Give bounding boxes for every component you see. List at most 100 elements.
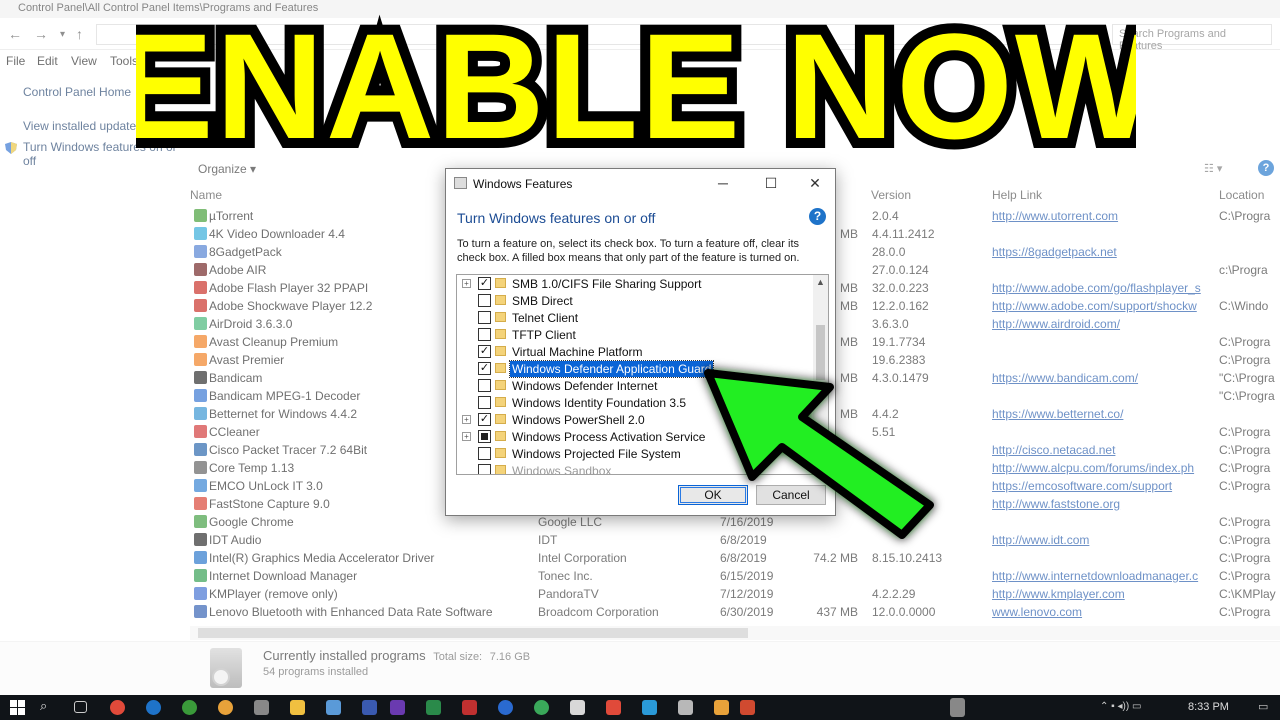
feature-checkbox[interactable] [478, 447, 491, 460]
edge-icon[interactable] [146, 700, 161, 715]
program-help-link[interactable]: http://www.utorrent.com [992, 209, 1208, 223]
firefox-icon[interactable] [218, 700, 233, 715]
feature-item[interactable]: + Windows Process Activation Service [457, 428, 813, 445]
minimize-icon[interactable]: ─ [710, 173, 736, 193]
program-help-link[interactable]: http://www.airdroid.com/ [992, 317, 1208, 331]
feature-checkbox[interactable] [478, 396, 491, 409]
feature-checkbox[interactable] [478, 379, 491, 392]
feature-label[interactable]: TFTP Client [510, 327, 578, 343]
program-help-link[interactable]: http://www.idt.com [992, 533, 1208, 547]
visual-studio-icon[interactable] [390, 700, 405, 715]
file-explorer-icon[interactable] [290, 700, 305, 715]
system-tray-icons[interactable]: ⌃ ▪ ◂)) ▭ [1100, 701, 1160, 716]
feature-label[interactable]: Windows Defender Application Guard [508, 360, 715, 378]
feature-item[interactable]: Windows Identity Foundation 3.5 [457, 394, 813, 411]
organize-button[interactable]: Organize ▾ [198, 162, 256, 176]
taskbar-active-app-icon[interactable] [950, 698, 965, 717]
feature-label[interactable]: Windows Defender Internet [510, 378, 659, 394]
program-help-link[interactable]: http://www.adobe.com/support/shockw [992, 299, 1208, 313]
task-view-icon[interactable] [74, 701, 87, 713]
expand-icon[interactable]: + [462, 279, 471, 288]
feature-item[interactable]: ✓ Virtual Machine Platform [457, 343, 813, 360]
feature-label[interactable]: Windows Sandbox [510, 463, 613, 474]
feature-checkbox[interactable] [478, 294, 491, 307]
feature-checkbox[interactable] [478, 430, 491, 443]
sidebar-link-windows-features-line2[interactable]: off [23, 155, 36, 168]
feature-item[interactable]: Windows Projected File System [457, 445, 813, 462]
maximize-icon[interactable]: ☐ [758, 173, 784, 193]
feature-item[interactable]: SMB Direct [457, 292, 813, 309]
feature-label[interactable]: Telnet Client [510, 310, 580, 326]
taskbar-app-icon-2[interactable] [326, 700, 341, 715]
scrollbar-thumb[interactable] [816, 325, 825, 380]
taskbar-app-icon-6[interactable] [498, 700, 513, 715]
column-header-version[interactable]: Version [871, 188, 911, 202]
close-icon[interactable]: ✕ [802, 173, 828, 193]
menu-edit[interactable]: Edit [37, 54, 58, 68]
back-icon[interactable]: ← [8, 26, 22, 42]
feature-label[interactable]: Windows Projected File System [510, 446, 683, 462]
taskbar-app-icon-4[interactable] [426, 700, 441, 715]
cancel-button[interactable]: Cancel [756, 485, 826, 505]
program-help-link[interactable]: http://www.faststone.org [992, 497, 1208, 511]
program-help-link[interactable]: http://www.alcpu.com/forums/index.ph [992, 461, 1208, 475]
view-options-icon[interactable]: ☷ ▾ [1204, 162, 1222, 175]
table-row[interactable]: KMPlayer (remove only) PandoraTV 7/12/2019… [190, 585, 1280, 603]
search-icon[interactable]: ⌕ [40, 698, 55, 713]
feature-item[interactable]: + ✓ SMB 1.0/CIFS File Sharing Support [457, 275, 813, 292]
program-help-link[interactable]: https://www.bandicam.com/ [992, 371, 1208, 385]
taskbar-app-icon-7[interactable] [534, 700, 549, 715]
feature-item[interactable]: Telnet Client [457, 309, 813, 326]
scroll-up-icon[interactable]: ▲ [813, 275, 828, 290]
table-row[interactable]: IDT Audio IDT 6/8/2019 http://www.idt.com C:… [190, 531, 1280, 549]
taskbar-app-icon-9[interactable] [606, 700, 621, 715]
table-row[interactable]: Internet Download Manager Tonec Inc. 6/15/… [190, 567, 1280, 585]
help-icon[interactable]: ? [809, 208, 826, 225]
feature-label[interactable]: SMB 1.0/CIFS File Sharing Support [510, 276, 703, 292]
search-input[interactable]: Search Programs and Features [1112, 24, 1272, 52]
address-bar[interactable] [96, 24, 1106, 45]
ok-button[interactable]: OK [678, 485, 748, 505]
column-header-help-link[interactable]: Help Link [992, 188, 1042, 202]
program-help-link[interactable]: http://www.adobe.com/go/flashplayer_s [992, 281, 1208, 295]
chevron-down-icon[interactable]: ▾ [60, 29, 65, 40]
taskbar-app-icon-1[interactable] [110, 700, 125, 715]
sidebar-link-view-updates[interactable]: View installed updates [23, 120, 142, 133]
horizontal-scrollbar[interactable] [190, 626, 1280, 640]
menu-tools[interactable]: Tools [110, 54, 138, 68]
feature-label[interactable]: Windows Process Activation Service [510, 429, 707, 445]
feature-checkbox[interactable] [478, 328, 491, 341]
program-help-link[interactable]: https://emcosoftware.com/support [992, 479, 1208, 493]
expand-icon[interactable]: + [462, 432, 471, 441]
scrollbar-thumb[interactable] [198, 628, 748, 638]
taskbar-app-icon-3[interactable] [362, 700, 377, 715]
help-icon[interactable]: ? [1258, 160, 1274, 176]
forward-icon[interactable]: → [34, 26, 48, 42]
vertical-scrollbar[interactable]: ▲ [813, 275, 828, 474]
program-help-link[interactable]: http://cisco.netacad.net [992, 443, 1208, 457]
feature-checkbox[interactable] [478, 464, 491, 474]
store-icon[interactable] [254, 700, 269, 715]
expand-icon[interactable]: + [462, 415, 471, 424]
feature-checkbox[interactable]: ✓ [478, 413, 491, 426]
notification-icon[interactable]: ▭ [1258, 700, 1273, 715]
feature-checkbox[interactable]: ✓ [478, 345, 491, 358]
taskbar-app-icon-13[interactable] [740, 700, 755, 715]
feature-item[interactable]: Windows Defender Internet [457, 377, 813, 394]
program-help-link[interactable]: http://www.kmplayer.com [992, 587, 1208, 601]
program-help-link[interactable]: http://www.internetdownloadmanager.c [992, 569, 1208, 583]
sidebar-link-windows-features[interactable]: Turn Windows features on or [23, 141, 177, 154]
sidebar-link-control-panel-home[interactable]: Control Panel Home [23, 86, 131, 99]
chrome-icon[interactable] [182, 700, 197, 715]
program-help-link[interactable]: https://www.betternet.co/ [992, 407, 1208, 421]
column-header-name[interactable]: Name [190, 188, 222, 202]
feature-label[interactable]: SMB Direct [510, 293, 575, 309]
feature-item[interactable]: TFTP Client [457, 326, 813, 343]
program-help-link[interactable]: www.lenovo.com [992, 605, 1208, 619]
menu-file[interactable]: File [6, 54, 25, 68]
taskbar-app-icon-5[interactable] [462, 700, 477, 715]
menu-view[interactable]: View [71, 54, 97, 68]
windows-start-icon[interactable] [10, 700, 25, 715]
taskbar-app-icon-11[interactable] [678, 700, 693, 715]
feature-label[interactable]: Windows Identity Foundation 3.5 [510, 395, 688, 411]
